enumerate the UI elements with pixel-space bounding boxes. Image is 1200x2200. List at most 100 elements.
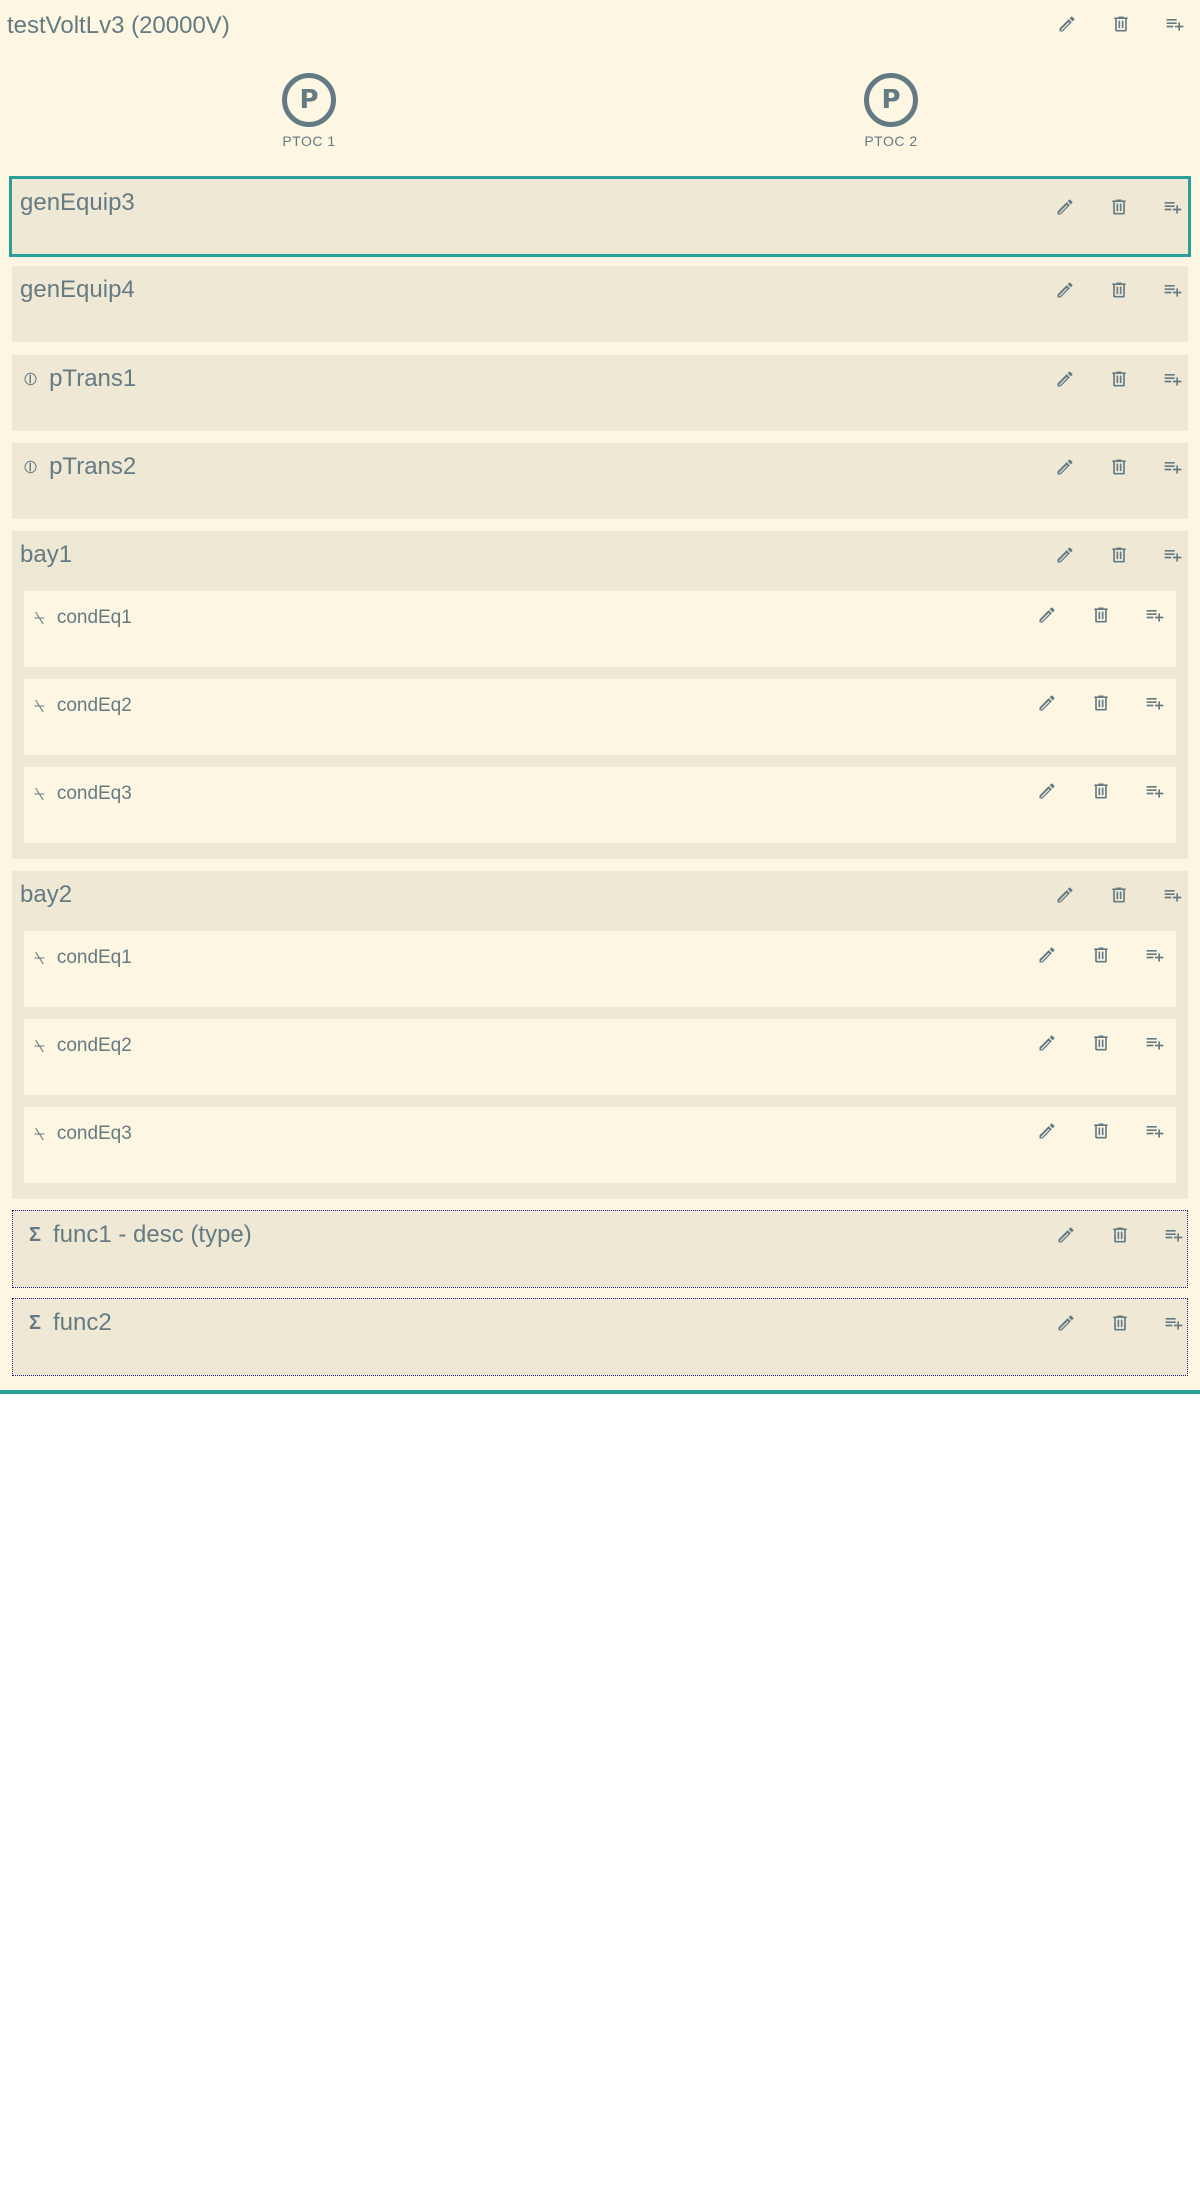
power-transformer-ptrans1[interactable]: ⦶ pTrans1 bbox=[12, 355, 1188, 431]
playlist-add-icon bbox=[1164, 1313, 1184, 1333]
pencil-icon bbox=[1055, 197, 1075, 217]
conducting-equipment-condeq1[interactable]: ⍀ condEq1 bbox=[24, 591, 1176, 667]
switch-icon: ⍀ bbox=[34, 783, 45, 804]
card-actions bbox=[1039, 1305, 1200, 1341]
add-button[interactable] bbox=[1146, 449, 1200, 485]
edit-button[interactable] bbox=[1020, 773, 1074, 809]
delete-button[interactable] bbox=[1092, 361, 1146, 397]
delete-button[interactable] bbox=[1094, 6, 1148, 42]
ptrans-icon: ⦶ bbox=[24, 368, 38, 389]
edit-button[interactable] bbox=[1020, 937, 1074, 973]
edit-button[interactable] bbox=[1020, 685, 1074, 721]
edit-button[interactable] bbox=[1039, 1305, 1093, 1341]
trash-icon bbox=[1091, 605, 1111, 625]
card-actions bbox=[1020, 685, 1182, 721]
edit-button[interactable] bbox=[1020, 1025, 1074, 1061]
pencil-icon bbox=[1055, 885, 1075, 905]
protection-icon: P bbox=[864, 73, 918, 127]
general-equipment-genequip4[interactable]: genEquip4 bbox=[12, 266, 1188, 342]
delete-button[interactable] bbox=[1074, 685, 1128, 721]
delete-button[interactable] bbox=[1092, 272, 1146, 308]
add-button[interactable] bbox=[1128, 1025, 1182, 1061]
playlist-add-icon bbox=[1163, 197, 1183, 217]
delete-button[interactable] bbox=[1092, 877, 1146, 913]
add-button[interactable] bbox=[1147, 1305, 1200, 1341]
card-title: ⍀ condEq2 bbox=[34, 695, 132, 716]
add-button[interactable] bbox=[1128, 1113, 1182, 1149]
edit-button[interactable] bbox=[1039, 1217, 1093, 1253]
playlist-add-icon bbox=[1145, 1121, 1165, 1141]
pencil-icon bbox=[1056, 1225, 1076, 1245]
delete-button[interactable] bbox=[1092, 189, 1146, 225]
add-button[interactable] bbox=[1128, 597, 1182, 633]
voltage-level-title: testVoltLv3 (20000V) bbox=[7, 12, 230, 39]
add-button[interactable] bbox=[1146, 877, 1200, 913]
pencil-icon bbox=[1037, 1033, 1057, 1053]
edit-button[interactable] bbox=[1040, 6, 1094, 42]
pencil-icon bbox=[1056, 1313, 1076, 1333]
trash-icon bbox=[1091, 1033, 1111, 1053]
pencil-icon bbox=[1037, 781, 1057, 801]
bay-bay2[interactable]: bay2 ⍀ condEq1 ⍀ condEq2 ⍀ condEq3 bbox=[12, 871, 1188, 1199]
edit-button[interactable] bbox=[1038, 361, 1092, 397]
add-button[interactable] bbox=[1146, 272, 1200, 308]
card-title: ⍀ condEq1 bbox=[34, 947, 132, 968]
sigma-icon: Σ bbox=[29, 1223, 42, 1246]
pencil-icon bbox=[1037, 1121, 1057, 1141]
lnode-label: PTOC 1 bbox=[282, 133, 336, 149]
delete-button[interactable] bbox=[1074, 937, 1128, 973]
edit-button[interactable] bbox=[1038, 272, 1092, 308]
function-func2[interactable]: Σ func2 bbox=[12, 1298, 1188, 1376]
delete-button[interactable] bbox=[1092, 449, 1146, 485]
trash-icon bbox=[1091, 945, 1111, 965]
add-button[interactable] bbox=[1146, 361, 1200, 397]
add-button[interactable] bbox=[1128, 773, 1182, 809]
function-func1[interactable]: Σ func1 - desc (type) bbox=[12, 1210, 1188, 1288]
edit-button[interactable] bbox=[1038, 189, 1092, 225]
conducting-equipment-condeq2[interactable]: ⍀ condEq2 bbox=[24, 1019, 1176, 1095]
add-button[interactable] bbox=[1128, 685, 1182, 721]
card-actions bbox=[1039, 1217, 1200, 1253]
add-button[interactable] bbox=[1146, 189, 1200, 225]
pencil-icon bbox=[1055, 545, 1075, 565]
lnode-ptoc-2[interactable]: P PTOC 2 bbox=[831, 73, 951, 149]
add-button[interactable] bbox=[1147, 1217, 1200, 1253]
bay-bay1[interactable]: bay1 ⍀ condEq1 ⍀ condEq2 ⍀ condEq3 bbox=[12, 531, 1188, 859]
card-title: Σ func2 bbox=[29, 1309, 112, 1336]
playlist-add-icon bbox=[1145, 1033, 1165, 1053]
trash-icon bbox=[1091, 781, 1111, 801]
delete-button[interactable] bbox=[1074, 1025, 1128, 1061]
lnode-ptoc-1[interactable]: P PTOC 1 bbox=[249, 73, 369, 149]
edit-button[interactable] bbox=[1038, 877, 1092, 913]
power-transformer-ptrans2[interactable]: ⦶ pTrans2 bbox=[12, 443, 1188, 519]
add-button[interactable] bbox=[1146, 537, 1200, 573]
edit-button[interactable] bbox=[1020, 1113, 1074, 1149]
delete-button[interactable] bbox=[1074, 597, 1128, 633]
delete-button[interactable] bbox=[1074, 773, 1128, 809]
conducting-equipment-condeq1[interactable]: ⍀ condEq1 bbox=[24, 931, 1176, 1007]
conducting-equipment-condeq2[interactable]: ⍀ condEq2 bbox=[24, 679, 1176, 755]
add-button[interactable] bbox=[1148, 6, 1200, 42]
edit-button[interactable] bbox=[1038, 537, 1092, 573]
edit-button[interactable] bbox=[1038, 449, 1092, 485]
delete-button[interactable] bbox=[1093, 1217, 1147, 1253]
card-title: ⍀ condEq2 bbox=[34, 1035, 132, 1056]
trash-icon bbox=[1110, 1313, 1130, 1333]
logical-nodes-row: P PTOC 1 P PTOC 2 bbox=[0, 70, 1200, 160]
playlist-add-icon bbox=[1145, 693, 1165, 713]
card-title: ⍀ condEq3 bbox=[34, 1123, 132, 1144]
playlist-add-icon bbox=[1164, 1225, 1184, 1245]
delete-button[interactable] bbox=[1093, 1305, 1147, 1341]
delete-button[interactable] bbox=[1074, 1113, 1128, 1149]
conducting-equipment-condeq3[interactable]: ⍀ condEq3 bbox=[24, 767, 1176, 843]
conducting-equipment-condeq3[interactable]: ⍀ condEq3 bbox=[24, 1107, 1176, 1183]
card-actions bbox=[1038, 877, 1200, 913]
trash-icon bbox=[1109, 457, 1129, 477]
trash-icon bbox=[1109, 280, 1129, 300]
delete-button[interactable] bbox=[1092, 537, 1146, 573]
trash-icon bbox=[1091, 1121, 1111, 1141]
card-actions bbox=[1020, 1113, 1182, 1149]
general-equipment-genequip3[interactable]: genEquip3 bbox=[9, 176, 1191, 257]
edit-button[interactable] bbox=[1020, 597, 1074, 633]
add-button[interactable] bbox=[1128, 937, 1182, 973]
